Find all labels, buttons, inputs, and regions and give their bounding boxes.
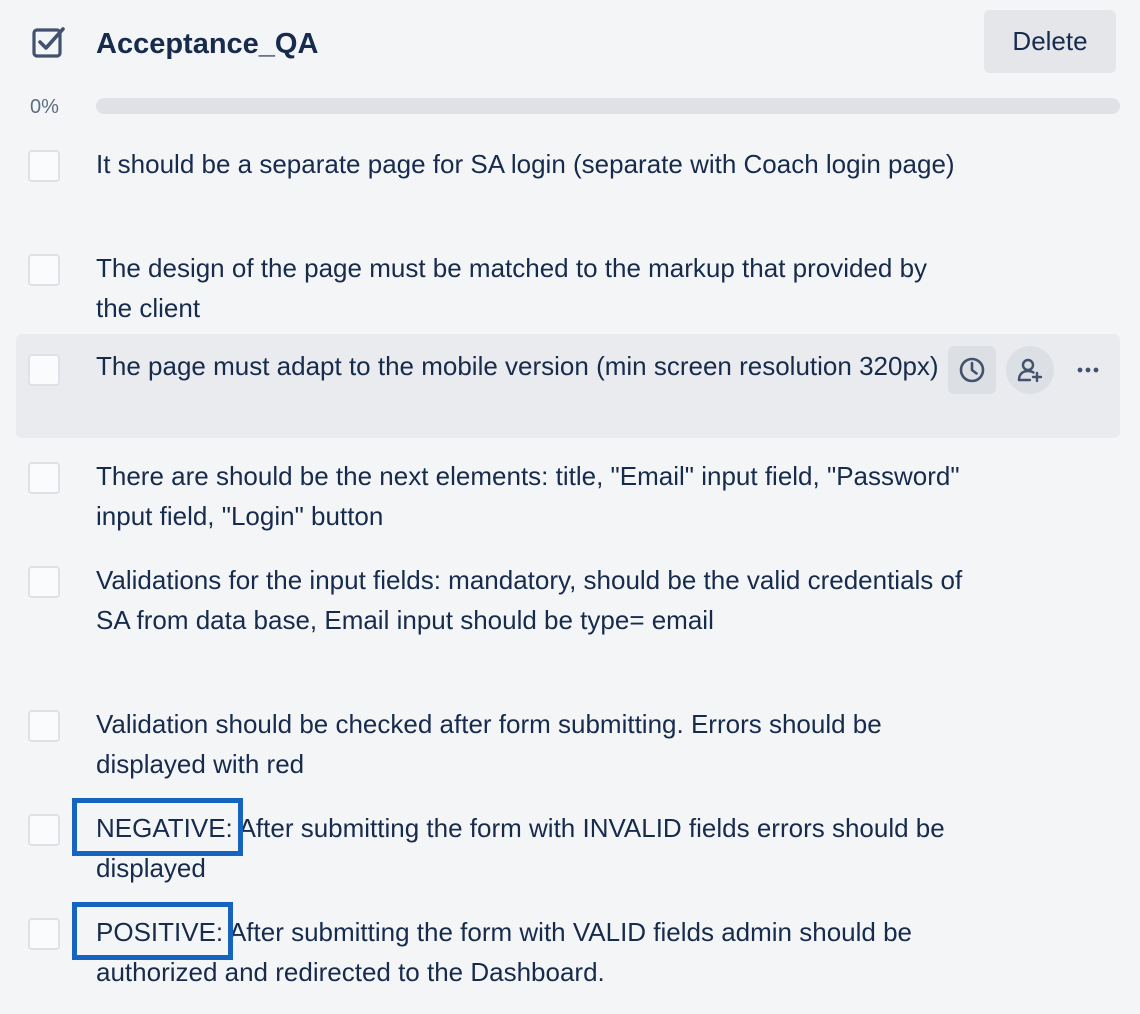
item-checkbox[interactable] <box>28 150 60 182</box>
item-checkbox[interactable] <box>28 354 60 386</box>
item-checkbox[interactable] <box>28 254 60 286</box>
item-text[interactable]: Validations for the input fields: mandat… <box>96 560 966 640</box>
item-text[interactable]: POSITIVE: After submitting the form with… <box>71 902 966 992</box>
item-text[interactable]: There are should be the next elements: t… <box>96 456 966 536</box>
checklist-item[interactable]: POSITIVE: After submitting the form with… <box>16 902 1120 994</box>
more-icon[interactable] <box>1064 346 1112 394</box>
item-checkbox[interactable] <box>28 710 60 742</box>
progress-bar <box>96 98 1120 114</box>
item-text[interactable]: It should be a separate page for SA logi… <box>96 144 966 184</box>
item-text[interactable]: The page must adapt to the mobile versio… <box>96 346 966 386</box>
item-text[interactable]: NEGATIVE: After submitting the form with… <box>72 798 966 888</box>
checklist-item[interactable]: It should be a separate page for SA logi… <box>16 134 1120 226</box>
checklist-item[interactable]: The page must adapt to the mobile versio… <box>16 334 1120 438</box>
checklist-item[interactable]: There are should be the next elements: t… <box>16 446 1120 538</box>
progress-percent: 0% <box>30 96 59 118</box>
item-checkbox[interactable] <box>28 814 60 846</box>
checklist-item[interactable]: Validation should be checked after form … <box>16 694 1120 786</box>
checklist-icon <box>32 26 66 60</box>
item-text[interactable]: The design of the page must be matched t… <box>96 248 966 328</box>
checklist-title[interactable]: Acceptance_QA <box>96 26 318 62</box>
checklist-item[interactable]: Validations for the input fields: mandat… <box>16 550 1120 682</box>
add-member-icon[interactable] <box>1006 346 1054 394</box>
item-checkbox[interactable] <box>28 566 60 598</box>
clock-icon[interactable] <box>948 346 996 394</box>
checklist-item[interactable]: NEGATIVE: After submitting the form with… <box>16 798 1120 890</box>
negative-tag: NEGATIVE: <box>72 798 243 856</box>
item-text[interactable]: Validation should be checked after form … <box>96 704 966 784</box>
checklist-item[interactable]: The design of the page must be matched t… <box>16 238 1120 330</box>
item-checkbox[interactable] <box>28 462 60 494</box>
checklist: Acceptance_QA Delete 0% It should be a s… <box>0 0 1140 1014</box>
positive-tag: POSITIVE: <box>71 902 234 960</box>
item-actions <box>948 346 1112 394</box>
delete-button[interactable]: Delete <box>984 10 1116 73</box>
item-checkbox[interactable] <box>28 918 60 950</box>
